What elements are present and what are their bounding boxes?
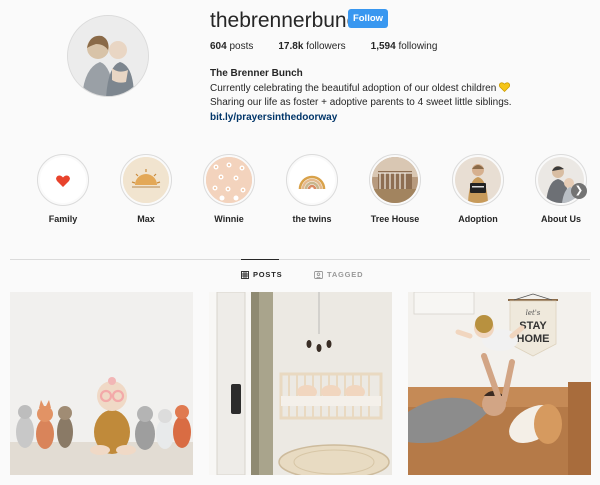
grid-icon [241,270,249,279]
highlight-label: Tree House [370,214,420,224]
banner-top-text: let's [526,309,541,317]
post-thumbnail[interactable] [209,292,392,475]
tab-posts-label: POSTS [253,270,283,279]
tabs-divider [10,259,590,260]
sun-icon [123,157,169,203]
active-tab-indicator [241,259,279,260]
highlight-winnie[interactable]: Winnie [199,154,259,224]
highlight-label: Max [137,214,155,224]
highlight-label: Adoption [458,214,498,224]
bio-line-1-text: Currently celebrating the beautiful adop… [210,82,497,94]
post-thumbnail[interactable] [10,292,193,475]
yellow-heart-icon [499,81,511,92]
profile-avatar[interactable] [67,15,149,97]
bio-line-1: Currently celebrating the beautiful adop… [210,81,550,97]
follow-button[interactable]: Follow [348,9,388,28]
posts-count: 604 [210,41,227,52]
tree-house-photo [372,157,418,203]
rainbow-icon [289,157,335,203]
baby-with-plush-toys-photo [10,292,193,475]
following-stat-label: following [398,41,438,52]
profile-stats: 604 posts 17.8k followers 1,594 followin… [210,41,462,52]
nursery-with-crib-photo [209,292,392,475]
heart-icon [40,157,86,203]
highlight-tree-house[interactable]: Tree House [365,154,425,224]
followers-count: 17.8k [278,41,304,52]
highlight-label: About Us [541,214,581,224]
following-stat[interactable]: 1,594 following [371,41,438,52]
profile-display-name: The Brenner Bunch [210,68,303,79]
highlight-ring [37,154,89,206]
dad-lifting-baby-photo: let's STAY HOME [408,292,591,475]
posts-stat-label: posts [229,41,254,52]
highlight-ring [286,154,338,206]
tab-tagged-label: TAGGED [327,270,364,279]
highlight-adoption[interactable]: Adoption [448,154,508,224]
highlight-max[interactable]: Max [116,154,176,224]
highlight-the-twins[interactable]: the twins [282,154,342,224]
profile-bio: The Brenner Bunch Currently celebrating … [210,67,550,125]
highlight-label: Family [48,214,78,224]
bio-link[interactable]: bit.ly/prayersinthedoorway [210,111,550,126]
story-highlights: Family Max Winnie the twins Tree House A… [33,154,593,234]
followers-stat[interactable]: 17.8k followers [278,41,345,52]
banner-text-home: HOME [517,333,550,345]
highlight-family[interactable]: Family [33,154,93,224]
followers-stat-label: followers [306,41,346,52]
flower-pattern-icon [206,157,252,203]
tag-icon [314,270,323,279]
highlight-ring [203,154,255,206]
posts-stat: 604 posts [210,41,253,52]
following-count: 1,594 [370,41,396,52]
bio-line-2: Sharing our life as foster + adoptive pa… [210,97,512,108]
tab-tagged[interactable]: TAGGED [314,270,363,279]
adoption-photo [455,157,501,203]
post-thumbnail[interactable]: let's STAY HOME [408,292,591,475]
highlight-ring [120,154,172,206]
highlight-label: the twins [292,214,332,224]
profile-username: thebrennerbunch [210,9,369,32]
highlight-label: Winnie [214,214,244,224]
chevron-right-icon[interactable]: ❯ [571,183,587,199]
tab-posts[interactable]: POSTS [241,270,282,279]
highlight-ring [452,154,504,206]
highlight-ring [369,154,421,206]
